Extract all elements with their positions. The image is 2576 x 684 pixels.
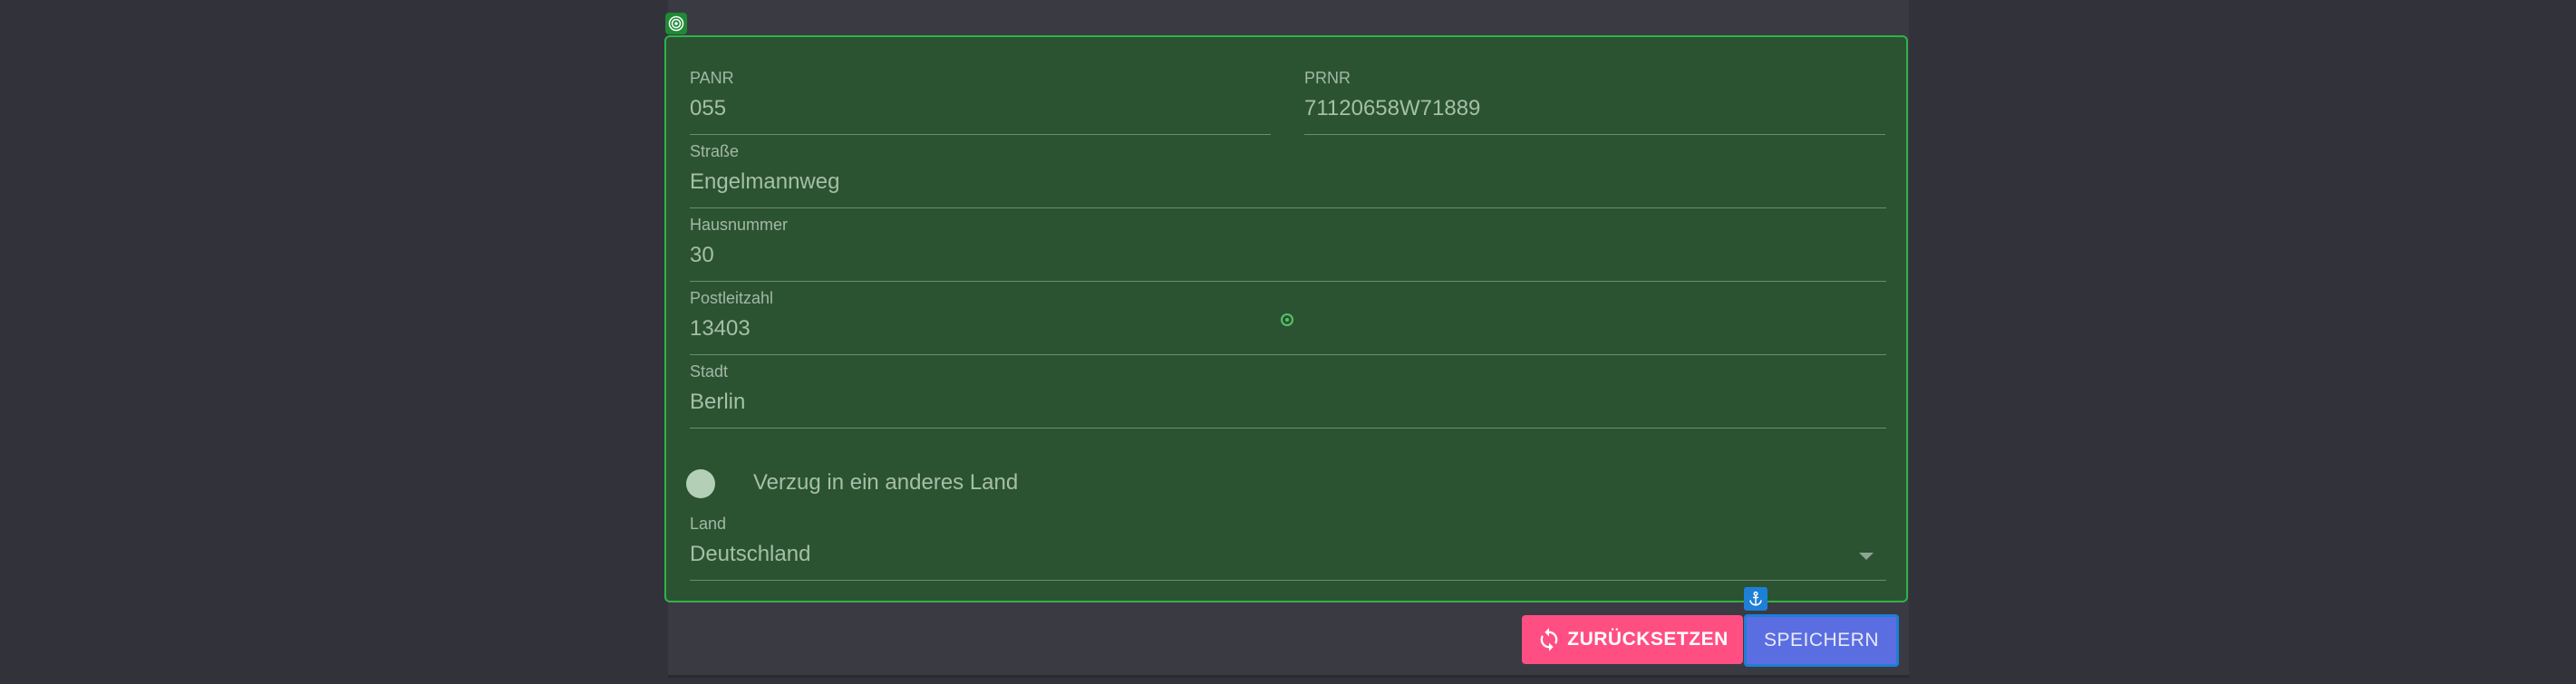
land-value[interactable]: Deutschland: [690, 542, 810, 567]
prnr-field[interactable]: PRNR 71120658W71889: [1304, 69, 1885, 135]
strasse-field[interactable]: Straße Engelmannweg: [690, 142, 1886, 208]
stadt-label: Stadt: [690, 362, 729, 381]
reset-button[interactable]: ZURÜCKSETZEN: [1522, 615, 1743, 664]
postleitzahl-label: Postleitzahl: [690, 289, 774, 307]
refresh-icon: [1536, 627, 1562, 652]
land-select[interactable]: Land Deutschland: [690, 515, 1886, 581]
hausnummer-label: Hausnummer: [690, 216, 789, 234]
card-bottom-edge: [668, 675, 1909, 678]
stadt-field[interactable]: Stadt Berlin: [690, 362, 1886, 429]
hausnummer-field[interactable]: Hausnummer 30: [690, 216, 1886, 282]
panr-label: PANR: [690, 69, 734, 87]
target-icon: [665, 13, 687, 34]
hausnummer-value[interactable]: 30: [690, 243, 714, 268]
panr-value[interactable]: 055: [690, 96, 726, 121]
prnr-label: PRNR: [1304, 69, 1351, 87]
stadt-value[interactable]: Berlin: [690, 390, 745, 415]
panr-field[interactable]: PANR 055: [690, 69, 1271, 135]
chevron-down-icon[interactable]: [1859, 553, 1874, 560]
strasse-label: Straße: [690, 142, 740, 160]
postleitzahl-value[interactable]: 13403: [690, 316, 751, 342]
save-button-label: SPEICHERN: [1763, 630, 1880, 650]
prnr-value[interactable]: 71120658W71889: [1304, 96, 1480, 121]
anchor-icon: [1744, 587, 1767, 611]
land-label: Land: [690, 515, 727, 533]
move-abroad-label: Verzug in ein anderes Land: [753, 470, 1019, 495]
strasse-value[interactable]: Engelmannweg: [690, 169, 839, 195]
anchor-point-icon: [1281, 313, 1293, 326]
save-button[interactable]: SPEICHERN: [1744, 614, 1899, 667]
move-abroad-toggle[interactable]: [686, 469, 715, 498]
reset-button-label: ZURÜCKSETZEN: [1567, 629, 1729, 650]
